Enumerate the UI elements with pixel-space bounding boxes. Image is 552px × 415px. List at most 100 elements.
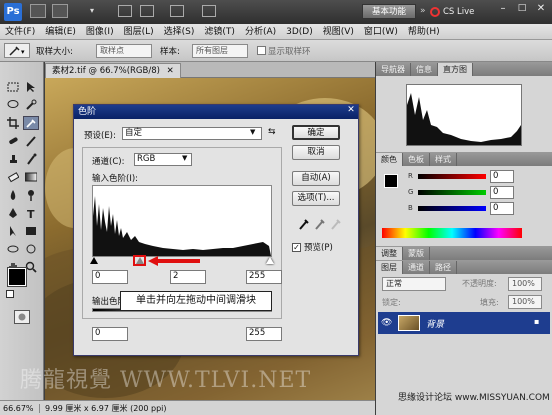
g-slider[interactable] [418, 190, 486, 195]
tab-masks[interactable]: 蒙版 [403, 247, 430, 260]
r-slider[interactable] [418, 174, 486, 179]
foreground-color-swatch[interactable] [8, 268, 26, 286]
gray-eyedropper-icon[interactable] [314, 217, 326, 231]
sample-size-select[interactable]: 取样点 [96, 44, 152, 58]
sample-select[interactable]: 所有图层 [192, 44, 248, 58]
brush-tool-icon[interactable] [23, 134, 39, 148]
maximize-icon[interactable]: □ [513, 3, 531, 19]
gradient-tool-icon[interactable] [23, 170, 39, 184]
menu-analysis[interactable]: 分析(A) [240, 24, 281, 40]
type-tool-icon[interactable]: T [23, 206, 39, 220]
g-value[interactable]: 0 [490, 186, 514, 199]
eyedropper-preset-icon[interactable]: ▾ [4, 43, 30, 58]
show-ring-checkbox[interactable] [257, 46, 266, 55]
document-close-icon[interactable]: ✕ [167, 66, 174, 76]
tab-styles[interactable]: 样式 [430, 153, 457, 166]
workspace-menu-icon[interactable]: » [420, 6, 426, 16]
white-point-slider[interactable] [266, 257, 274, 264]
arrange-documents-icon[interactable] [170, 5, 184, 17]
menu-file[interactable]: 文件(F) [0, 24, 40, 40]
bridge-icon[interactable] [30, 4, 46, 18]
default-colors-icon[interactable] [6, 290, 14, 298]
move-tool-icon[interactable] [23, 80, 39, 94]
input-white-field[interactable]: 255 [246, 270, 282, 284]
channel-dropdown-icon[interactable]: ▼ [182, 154, 187, 162]
shape-tool-icon[interactable] [23, 224, 39, 238]
workspace-button[interactable]: 基本功能 [362, 4, 416, 19]
tab-color[interactable]: 颜色 [376, 153, 403, 166]
ok-button[interactable]: 确定 [292, 125, 340, 140]
3d-camera-tool-icon[interactable] [23, 242, 39, 256]
mini-bridge-icon[interactable] [52, 4, 68, 18]
tab-histogram[interactable]: 直方图 [438, 63, 473, 76]
quick-mask-icon[interactable] [14, 310, 30, 324]
white-eyedropper-icon[interactable] [330, 217, 342, 231]
menu-filter[interactable]: 滤镜(T) [199, 24, 240, 40]
cancel-button[interactable]: 取消 [292, 145, 340, 160]
opacity-field[interactable]: 100% [508, 277, 542, 291]
close-icon[interactable]: ✕ [532, 3, 550, 19]
fill-field[interactable]: 100% [508, 295, 542, 309]
layer-row-background[interactable]: 👁 背景 ▪ [378, 312, 550, 334]
clone-stamp-tool-icon[interactable] [5, 152, 21, 166]
cs-live-button[interactable]: CS Live [430, 5, 474, 18]
hand-tool-icon[interactable] [118, 5, 132, 17]
healing-brush-tool-icon[interactable] [5, 134, 21, 148]
minimize-icon[interactable]: – [494, 3, 512, 19]
blend-mode-select[interactable]: 正常 [382, 277, 446, 291]
tab-adjustments[interactable]: 调整 [376, 247, 403, 260]
dodge-tool-icon[interactable] [23, 188, 39, 202]
blur-tool-icon[interactable] [5, 188, 21, 202]
menu-3d[interactable]: 3D(D) [281, 24, 318, 40]
menu-view[interactable]: 视图(V) [318, 24, 359, 40]
preset-select[interactable]: 自定 [122, 127, 262, 140]
menu-edit[interactable]: 编辑(E) [40, 24, 81, 40]
eraser-tool-icon[interactable] [5, 170, 21, 184]
quick-selection-tool-icon[interactable] [23, 98, 39, 112]
preset-dropdown-icon[interactable]: ▼ [250, 128, 255, 136]
tab-navigator[interactable]: 导航器 [376, 63, 411, 76]
b-slider[interactable] [418, 206, 486, 211]
b-value[interactable]: 0 [490, 202, 514, 215]
3d-rotate-tool-icon[interactable] [5, 242, 21, 256]
visibility-eye-icon[interactable]: 👁 [381, 318, 392, 328]
menu-image[interactable]: 图像(I) [81, 24, 119, 40]
black-point-slider[interactable] [90, 257, 98, 264]
options-button[interactable]: 选项(T)... [292, 191, 340, 206]
auto-button[interactable]: 自动(A) [292, 171, 340, 186]
tab-paths[interactable]: 路径 [430, 261, 457, 274]
menu-window[interactable]: 窗口(W) [359, 24, 403, 40]
r-value[interactable]: 0 [490, 170, 514, 183]
eyedropper-tool-icon[interactable] [23, 116, 39, 130]
history-brush-tool-icon[interactable] [23, 152, 39, 166]
preset-options-icon[interactable]: ⇆ [268, 127, 276, 137]
input-black-field[interactable]: 0 [92, 270, 128, 284]
document-tab[interactable]: 素材2.tif @ 66.7%(RGB/8) ✕ [45, 63, 181, 78]
path-selection-tool-icon[interactable] [5, 224, 21, 238]
preview-checkbox[interactable]: ✓ [292, 242, 301, 252]
menu-select[interactable]: 选择(S) [159, 24, 200, 40]
color-panel-foreground[interactable] [384, 174, 398, 188]
tab-channels[interactable]: 通道 [403, 261, 430, 274]
rotate-view-icon[interactable] [140, 5, 154, 17]
screen-mode-icon[interactable] [202, 5, 216, 17]
black-eyedropper-icon[interactable] [298, 217, 310, 231]
tab-swatches[interactable]: 色板 [403, 153, 430, 166]
crop-tool-icon[interactable] [5, 116, 21, 130]
marquee-tool-icon[interactable] [5, 80, 21, 94]
pen-tool-icon[interactable] [5, 206, 21, 220]
input-midtone-field[interactable]: 2 [170, 270, 206, 284]
lasso-tool-icon[interactable] [5, 98, 21, 112]
zoom-icon[interactable]: ▾ [90, 6, 110, 16]
dialog-close-icon[interactable]: ✕ [344, 105, 358, 118]
output-white-field[interactable]: 255 [246, 327, 282, 341]
output-black-field[interactable]: 0 [92, 327, 128, 341]
zoom-level[interactable]: 66.67% [0, 403, 40, 413]
color-spectrum-bar[interactable] [382, 228, 522, 238]
tab-info[interactable]: 信息 [411, 63, 438, 76]
midtone-slider[interactable] [136, 257, 144, 264]
menu-help[interactable]: 帮助(H) [403, 24, 445, 40]
menu-layer[interactable]: 图层(L) [119, 24, 159, 40]
tab-layers[interactable]: 图层 [376, 261, 403, 274]
preview-option[interactable]: ✓ 预览(P) [292, 241, 333, 253]
